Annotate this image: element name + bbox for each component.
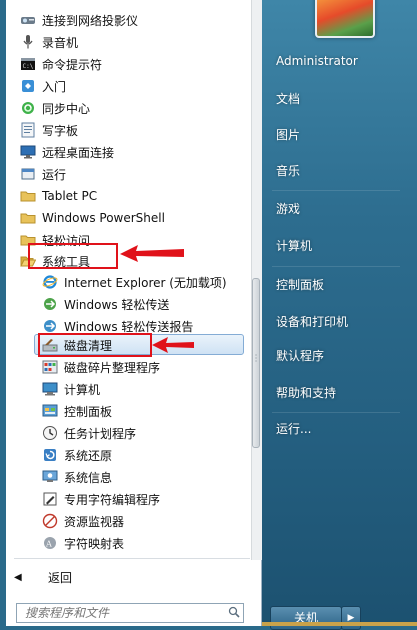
menu-item-label: 计算机 — [64, 382, 101, 397]
menu-item-label: 连接到网络投影仪 — [42, 13, 139, 28]
menu-item-label: Windows PowerShell — [42, 211, 165, 225]
user-picture[interactable] — [315, 0, 375, 38]
annotation-arrow-icon — [120, 245, 184, 262]
right-item-computer[interactable]: 计算机 — [276, 237, 312, 254]
menu-item-label: 任务计划程序 — [64, 426, 137, 441]
right-item-games[interactable]: 游戏 — [276, 200, 300, 217]
projector-icon — [20, 12, 36, 28]
computer-icon — [42, 381, 58, 397]
right-separator — [272, 412, 400, 413]
command-prompt-icon: C:\ — [20, 56, 36, 72]
menu-item-label: 字符映射表 — [64, 536, 125, 551]
menu-item-character-map[interactable]: A 字符映射表 — [42, 532, 242, 554]
menu-item-label: 写字板 — [42, 123, 79, 138]
wordpad-icon — [20, 122, 36, 138]
menu-divider — [14, 558, 250, 559]
menu-item-remote-desktop[interactable]: 远程桌面连接 — [20, 141, 242, 163]
menu-item-command-prompt[interactable]: C:\ 命令提示符 — [20, 53, 242, 75]
right-item-devices-printers[interactable]: 设备和打印机 — [276, 313, 348, 330]
system-info-icon — [42, 469, 58, 485]
resource-monitor-icon — [42, 513, 58, 529]
menu-item-label: Windows 轻松传送报告 — [64, 319, 194, 334]
sync-center-icon — [20, 100, 36, 116]
character-map-icon: A — [42, 535, 58, 551]
menu-item-private-character-editor[interactable]: 专用字符编辑程序 — [42, 488, 242, 510]
menu-item-label: 系统信息 — [64, 470, 113, 485]
right-separator — [272, 266, 400, 267]
right-item-documents[interactable]: 文档 — [276, 90, 300, 107]
menu-item-label: 资源监视器 — [64, 514, 125, 529]
menu-item-resource-monitor[interactable]: 资源监视器 — [42, 510, 242, 532]
menu-item-label: 入门 — [42, 79, 67, 94]
menu-item-label: Internet Explorer (无加载项) — [64, 275, 227, 290]
menu-item-label: 命令提示符 — [42, 57, 103, 72]
back-button[interactable]: ◀ 返回 — [14, 566, 214, 588]
remote-desktop-icon — [20, 144, 36, 160]
menu-item-windows-powershell[interactable]: Windows PowerShell — [20, 207, 242, 229]
menu-item-disk-defragmenter[interactable]: 磁盘碎片整理程序 — [42, 356, 242, 378]
menu-item-tablet-pc[interactable]: Tablet PC — [20, 185, 242, 207]
menu-item-run[interactable]: 运行 — [20, 163, 242, 185]
control-panel-icon — [42, 403, 58, 419]
right-item-pictures[interactable]: 图片 — [276, 126, 300, 143]
menu-item-label: 磁盘碎片整理程序 — [64, 360, 161, 375]
menu-item-sound-recorder[interactable]: 录音机 — [20, 31, 242, 53]
run-icon — [20, 166, 36, 182]
shutdown-button[interactable]: 关机 — [270, 606, 342, 630]
easy-transfer-report-icon — [42, 318, 58, 334]
menu-item-easy-transfer[interactable]: Windows 轻松传送 — [42, 293, 242, 315]
folder-icon — [20, 188, 36, 204]
search-icon[interactable] — [228, 606, 240, 618]
microphone-icon — [20, 34, 36, 50]
annotation-box-disk-cleanup — [38, 333, 152, 357]
svg-text:C:\: C:\ — [23, 63, 34, 70]
menu-item-label: 远程桌面连接 — [42, 145, 115, 160]
menu-item-label: 同步中心 — [42, 101, 91, 116]
right-item-help-support[interactable]: 帮助和支持 — [276, 384, 336, 401]
menu-item-computer[interactable]: 计算机 — [42, 378, 242, 400]
menu-item-sync-center[interactable]: 同步中心 — [20, 97, 242, 119]
menu-item-label: Windows 轻松传送 — [64, 297, 170, 312]
shutdown-options-button[interactable]: ▶ — [341, 606, 361, 630]
menu-item-system-restore[interactable]: 系统还原 — [42, 444, 242, 466]
svg-text:A: A — [45, 540, 52, 549]
defragmenter-icon — [42, 359, 58, 375]
search-input[interactable] — [16, 603, 244, 623]
right-item-run[interactable]: 运行... — [276, 420, 311, 437]
back-label: 返回 — [48, 570, 73, 585]
right-separator — [272, 190, 400, 191]
menu-item-label: 运行 — [42, 167, 67, 182]
chevron-left-icon: ◀ — [14, 571, 22, 583]
grip-icon: · · · — [254, 351, 258, 366]
menu-item-wordpad[interactable]: 写字板 — [20, 119, 242, 141]
menu-item-label: Tablet PC — [42, 189, 98, 203]
annotation-box-system-tools — [28, 243, 118, 269]
right-item-music[interactable]: 音乐 — [276, 162, 300, 179]
right-item-administrator[interactable]: Administrator — [276, 54, 358, 68]
menu-item-system-information[interactable]: 系统信息 — [42, 466, 242, 488]
system-restore-icon — [42, 447, 58, 463]
right-item-default-programs[interactable]: 默认程序 — [276, 347, 324, 364]
char-editor-icon — [42, 491, 58, 507]
getting-started-icon — [20, 78, 36, 94]
menu-item-label: 控制面板 — [64, 404, 113, 419]
easy-transfer-icon — [42, 296, 58, 312]
task-scheduler-icon — [42, 425, 58, 441]
menu-item-label: 录音机 — [42, 35, 79, 50]
right-item-control-panel[interactable]: 控制面板 — [276, 276, 324, 293]
menu-item-network-projector[interactable]: 连接到网络投影仪 — [20, 9, 242, 31]
menu-item-label: 专用字符编辑程序 — [64, 492, 161, 507]
menu-item-label: 系统还原 — [64, 448, 113, 463]
folder-icon — [20, 210, 36, 226]
menu-item-internet-explorer[interactable]: Internet Explorer (无加载项) — [42, 271, 242, 293]
menu-item-control-panel[interactable]: 控制面板 — [42, 400, 242, 422]
internet-explorer-icon — [42, 274, 58, 290]
menu-item-getting-started[interactable]: 入门 — [20, 75, 242, 97]
taskbar-accent — [262, 622, 417, 626]
annotation-arrow-icon — [152, 337, 194, 353]
menu-item-task-scheduler[interactable]: 任务计划程序 — [42, 422, 242, 444]
